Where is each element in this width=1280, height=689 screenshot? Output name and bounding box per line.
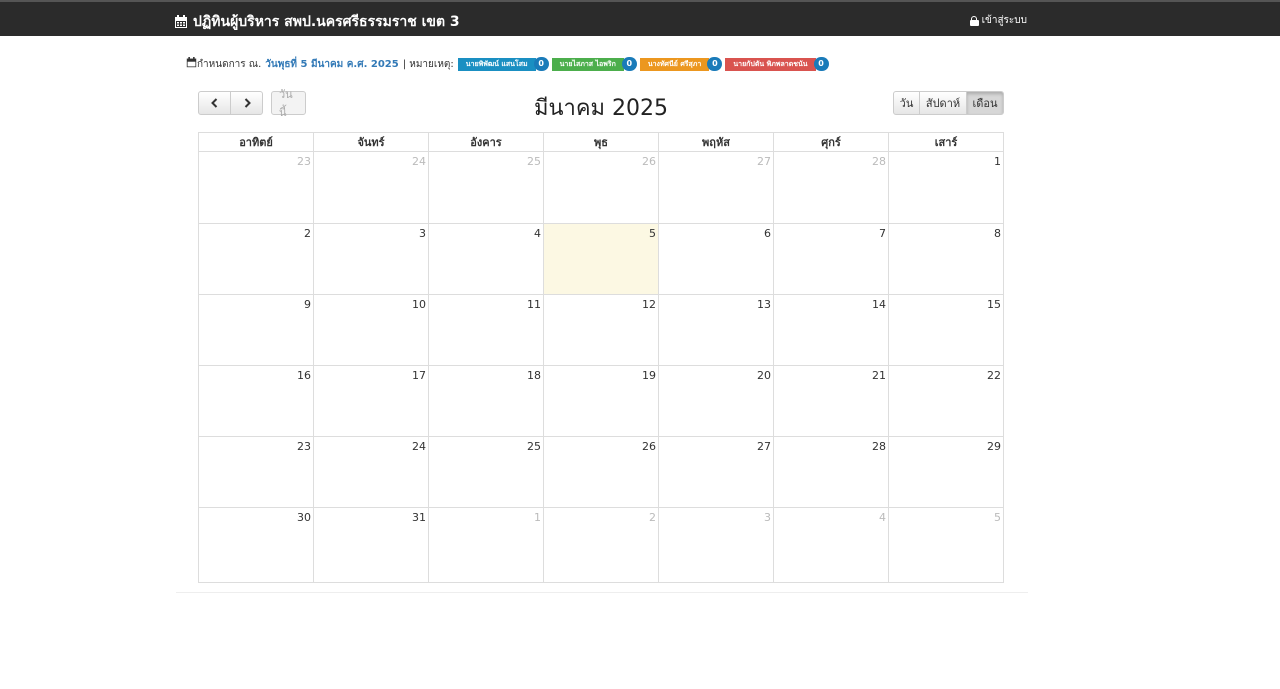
day-cell[interactable]: 26 <box>543 151 659 224</box>
day-cell[interactable]: 4 <box>773 507 889 583</box>
legend-label: นายพิพัฒน์ แสนโสม <box>457 57 536 71</box>
day-cell[interactable]: 18 <box>428 365 544 437</box>
weekday-header: ศุกร์ <box>773 132 889 152</box>
day-cell[interactable]: 12 <box>543 294 659 366</box>
footer-divider <box>176 592 1028 593</box>
note-label: | หมายเหตุ: <box>402 58 454 70</box>
day-cell[interactable]: 8 <box>888 223 1004 295</box>
legend-item: นายกัปตัน พิภพลาดชนัน 0 <box>725 57 829 71</box>
day-cell[interactable]: 1 <box>428 507 544 583</box>
lock-icon <box>969 15 979 26</box>
view-button[interactable]: สัปดาห์ <box>919 91 967 115</box>
prev-button[interactable] <box>198 91 231 115</box>
day-cell[interactable]: 29 <box>888 436 1004 508</box>
calendar-icon <box>174 15 188 29</box>
day-cell[interactable]: 10 <box>313 294 429 366</box>
legend-label: นายไสภาส ไอพริก <box>551 57 624 71</box>
day-cell[interactable]: 16 <box>198 365 314 437</box>
next-button[interactable] <box>230 91 263 115</box>
view-switcher: วัน สัปดาห์ เดือน <box>893 91 1004 115</box>
day-cell[interactable]: 13 <box>658 294 774 366</box>
day-cell[interactable]: 19 <box>543 365 659 437</box>
view-button[interactable]: เดือน <box>966 91 1004 115</box>
login-link[interactable]: เข้าสู่ระบบ <box>969 13 1027 28</box>
weekday-header: จันทร์ <box>313 132 429 152</box>
legend-label: นายกัปตัน พิภพลาดชนัน <box>725 57 816 71</box>
day-cell[interactable]: 2 <box>543 507 659 583</box>
weekday-header: พุธ <box>543 132 659 152</box>
legend-item: นายไสภาส ไอพริก 0 <box>551 57 637 71</box>
day-cell[interactable]: 5 <box>543 223 659 295</box>
legend-label: นางทัศนีย์ ศรีสุภา <box>639 57 710 71</box>
calendar-toolbar: วันนี้ มีนาคม 2025 วัน สัปดาห์ เดือน <box>198 88 1004 121</box>
calendar-icon <box>186 57 197 71</box>
legend-item: นางทัศนีย์ ศรีสุภา 0 <box>639 57 723 71</box>
weekday-header: อังคาร <box>428 132 544 152</box>
day-cell[interactable]: 17 <box>313 365 429 437</box>
nav-button-group <box>198 91 263 115</box>
legend-count-badge: 0 <box>533 57 549 71</box>
day-cell[interactable]: 25 <box>428 151 544 224</box>
day-cell[interactable]: 22 <box>888 365 1004 437</box>
week-row: 9 10 11 12 13 14 15 <box>198 294 1004 366</box>
day-cell[interactable]: 28 <box>773 151 889 224</box>
day-cell[interactable]: 31 <box>313 507 429 583</box>
day-cell[interactable]: 30 <box>198 507 314 583</box>
day-cell[interactable]: 3 <box>313 223 429 295</box>
weekday-header: อาทิตย์ <box>198 132 314 152</box>
month-grid: อาทิตย์ จันทร์ อังคาร พุธ พฤหัส ศุกร์ เสาร์ 23… <box>198 132 1004 583</box>
weekday-header-row: อาทิตย์ จันทร์ อังคาร พุธ พฤหัส ศุกร์ เสาร์ <box>198 132 1004 152</box>
info-prefix: กำหนดการ ณ. <box>197 58 262 70</box>
info-bar: กำหนดการ ณ. วันพุธที่ 5 มีนาคม ค.ศ. 2025… <box>186 57 832 71</box>
day-cell[interactable]: 20 <box>658 365 774 437</box>
day-cell[interactable]: 11 <box>428 294 544 366</box>
day-cell[interactable]: 23 <box>198 436 314 508</box>
current-date: วันพุธที่ 5 มีนาคม ค.ศ. 2025 <box>265 58 399 70</box>
week-row: 23 24 25 26 27 28 1 <box>198 151 1004 224</box>
day-cell[interactable]: 7 <box>773 223 889 295</box>
weekday-header: พฤหัส <box>658 132 774 152</box>
week-row: 30 31 1 2 3 4 5 <box>198 507 1004 583</box>
week-row: 2345678 <box>198 223 1004 295</box>
day-cell[interactable]: 3 <box>658 507 774 583</box>
legend-count-badge: 0 <box>813 57 829 71</box>
day-cell[interactable]: 6 <box>658 223 774 295</box>
day-cell[interactable]: 24 <box>313 151 429 224</box>
day-cell[interactable]: 21 <box>773 365 889 437</box>
legend: นายพิพัฒน์ แสนโสม 0 นายไสภาส ไอพริก 0 นางทัศ… <box>457 57 832 71</box>
day-cell[interactable]: 23 <box>198 151 314 224</box>
day-cell[interactable]: 2 <box>198 223 314 295</box>
day-cell[interactable]: 14 <box>773 294 889 366</box>
today-group: วันนี้ <box>271 88 306 119</box>
day-cell[interactable]: 1 <box>888 151 1004 224</box>
day-cell[interactable]: 9 <box>198 294 314 366</box>
day-cell[interactable]: 5 <box>888 507 1004 583</box>
chevron-right-icon <box>244 98 251 108</box>
day-cell[interactable]: 4 <box>428 223 544 295</box>
legend-count-badge: 0 <box>621 57 637 71</box>
day-cell[interactable]: 28 <box>773 436 889 508</box>
week-row: 16 17 18 19 20 21 22 <box>198 365 1004 437</box>
day-cell[interactable]: 27 <box>658 436 774 508</box>
brand[interactable]: ปฏิทินผู้บริหาร สพป.นครศรีธรรมราช เขต 3 <box>174 11 460 33</box>
legend-count-badge: 0 <box>707 57 723 71</box>
view-button[interactable]: วัน <box>893 91 920 115</box>
legend-item: นายพิพัฒน์ แสนโสม 0 <box>457 57 549 71</box>
top-navbar: ปฏิทินผู้บริหาร สพป.นครศรีธรรมราช เขต 3 … <box>0 0 1280 36</box>
login-label: เข้าสู่ระบบ <box>981 15 1027 26</box>
day-cell[interactable]: 26 <box>543 436 659 508</box>
today-button[interactable]: วันนี้ <box>271 88 306 119</box>
day-cell[interactable]: 15 <box>888 294 1004 366</box>
calendar-title: มีนาคม 2025 <box>533 96 669 121</box>
weekday-header: เสาร์ <box>888 132 1004 152</box>
chevron-left-icon <box>210 98 217 108</box>
brand-title: ปฏิทินผู้บริหาร สพป.นครศรีธรรมราช เขต 3 <box>193 14 460 30</box>
day-cell[interactable]: 24 <box>313 436 429 508</box>
day-cell[interactable]: 27 <box>658 151 774 224</box>
week-row: 23 24 25 26 27 28 29 <box>198 436 1004 508</box>
day-cell[interactable]: 25 <box>428 436 544 508</box>
